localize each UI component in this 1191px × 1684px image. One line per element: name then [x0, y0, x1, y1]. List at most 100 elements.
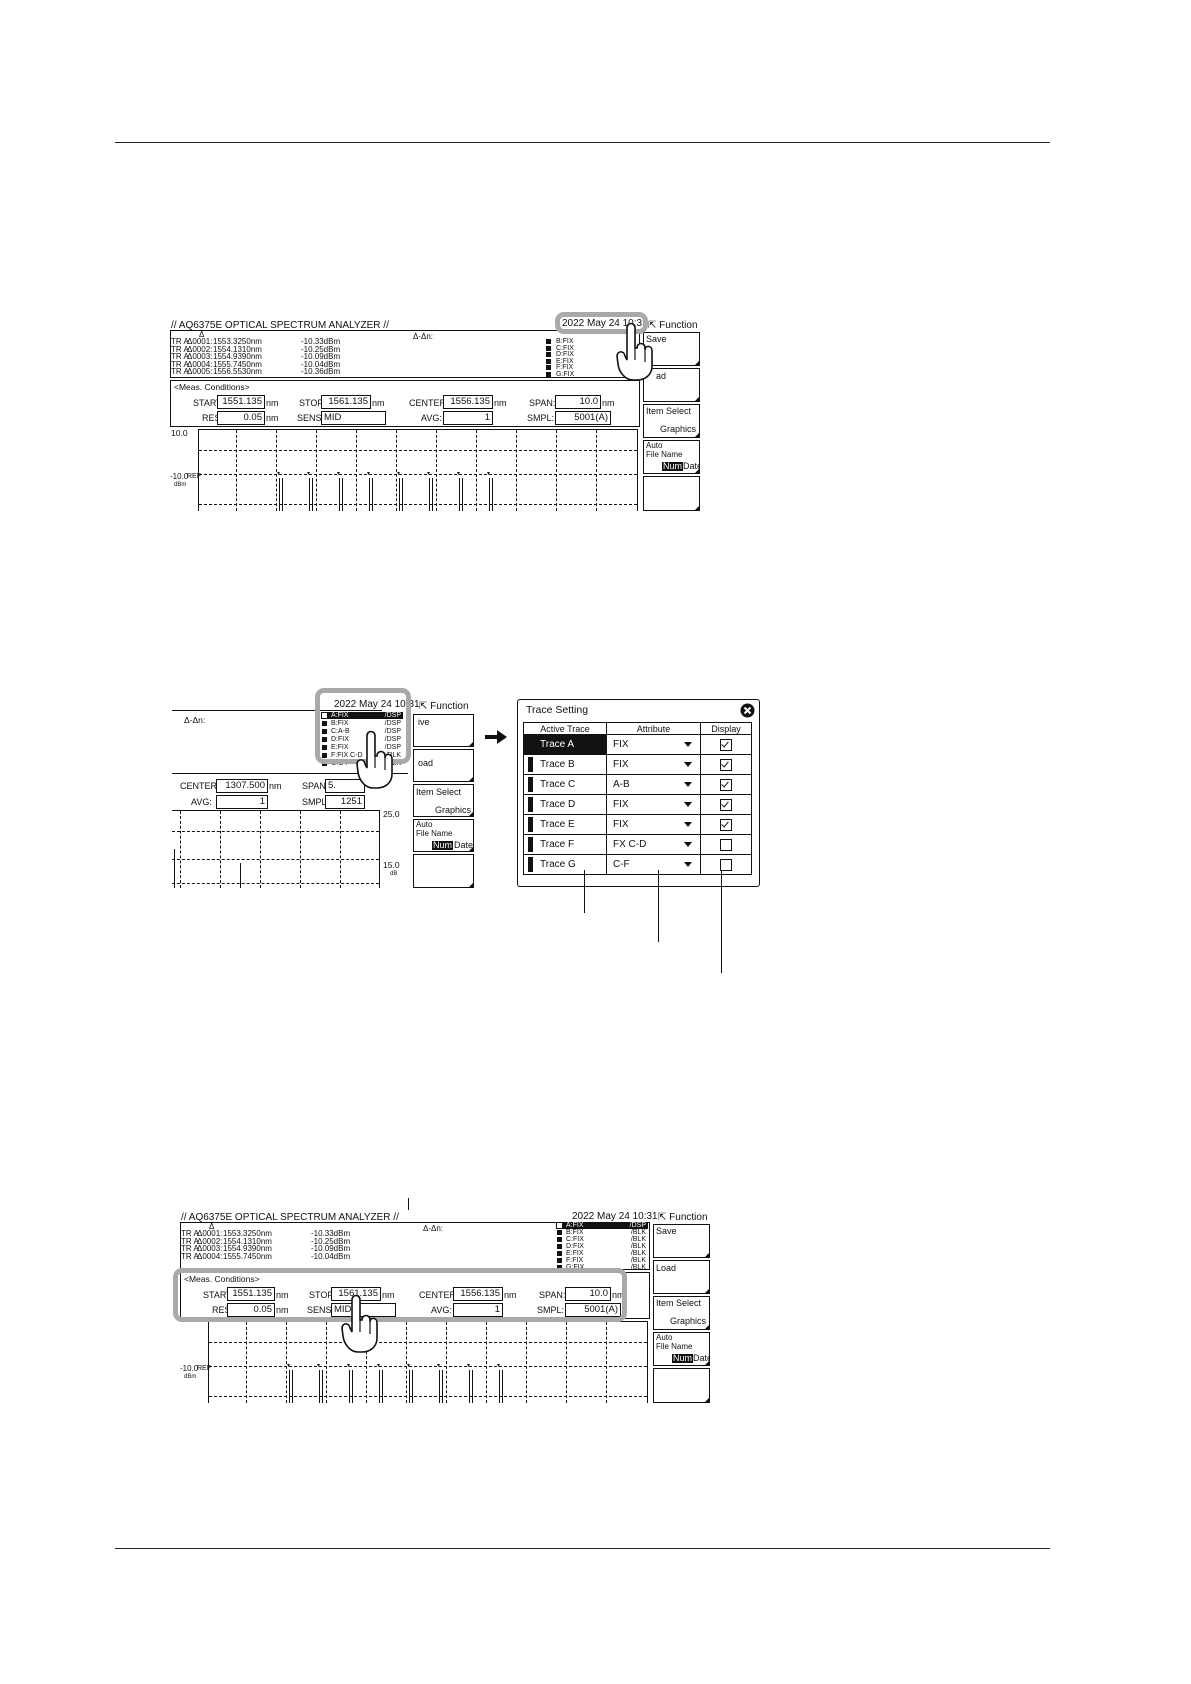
peak-marker: ▾ [277, 471, 281, 477]
trace-row[interactable]: Trace E FIX [523, 814, 752, 835]
trace-attribute: /DSP [629, 1222, 646, 1229]
trace-row[interactable]: Trace F FX C-D [523, 834, 752, 855]
trace-row[interactable]: Trace G C-F [523, 854, 752, 875]
attribute-dropdown[interactable]: A-B [606, 774, 701, 795]
display-checkbox[interactable] [720, 798, 732, 811]
blank-key[interactable] [413, 854, 474, 888]
center-field[interactable]: 1556.135 [443, 395, 493, 409]
trace-list-item[interactable]: D:FIX/BLK [556, 1243, 648, 1250]
trace-attribute: /BLK [630, 1257, 646, 1264]
attribute-dropdown[interactable]: FIX [606, 794, 701, 815]
active-trace-cell[interactable]: Trace E [523, 814, 607, 835]
display-checkbox[interactable] [720, 758, 732, 771]
attribute-dropdown[interactable]: FX C-D [606, 834, 701, 855]
marker-lvl: -10.04dBm [311, 1251, 351, 1261]
spectrum-peak [352, 1370, 353, 1403]
item-select-key[interactable]: Item Select Graphics [653, 1296, 710, 1330]
attribute-dropdown[interactable]: FIX [606, 754, 701, 775]
trace-list-item[interactable]: C:FIX/BLK [556, 1236, 648, 1243]
display-checkbox[interactable] [720, 778, 732, 791]
active-trace-cell[interactable]: Trace G [523, 854, 607, 875]
center-field[interactable]: 1307.500 [216, 779, 268, 793]
center-unit: nm [269, 781, 282, 791]
peak-marker: ▾ [497, 1363, 501, 1369]
auto-file-name-key[interactable]: Auto File Name Num Date [643, 440, 700, 474]
avg-field[interactable]: 1 [443, 411, 493, 425]
item-select-key[interactable]: Item Select Graphics [413, 784, 474, 817]
close-icon[interactable] [740, 703, 755, 718]
col-attribute: Attribute [606, 722, 701, 735]
active-trace-cell[interactable]: Trace A [523, 734, 607, 755]
auto-file-name-key[interactable]: Auto File Name Num Date [413, 819, 474, 852]
chevron-down-icon [684, 762, 692, 767]
marker-wl: 1555.7450nm [223, 1251, 272, 1261]
trace-list-item[interactable]: A:FIX/DSP [556, 1222, 648, 1229]
spectrum-peak [442, 1370, 443, 1403]
spectrum-peak [309, 478, 310, 511]
dialog-title: Trace Setting [526, 704, 589, 716]
auto-file-name-key[interactable]: Auto File Name Num Date [653, 1332, 710, 1366]
smpl-field[interactable]: 5001(A) [555, 411, 611, 425]
trace-name: Trace C [540, 779, 576, 790]
trace-row[interactable]: Trace D FIX [523, 794, 752, 815]
attribute-value: FIX [613, 819, 629, 830]
smpl-field[interactable]: 1251 [325, 795, 365, 809]
avg-field[interactable]: 1 [216, 795, 268, 809]
trace-color-swatch [546, 345, 551, 351]
trace-color-bar [528, 817, 533, 832]
trace-name: E:FIX [566, 1250, 584, 1257]
display-checkbox[interactable] [720, 858, 732, 871]
trace-list-item[interactable]: E:FIX/BLK [556, 1250, 648, 1257]
spectrum-peak [409, 1370, 410, 1403]
trace-name: Trace E [540, 819, 575, 830]
trace-attribute: /BLK [630, 1250, 646, 1257]
save-key[interactable]: Save [653, 1224, 710, 1258]
trace-color-bar [528, 777, 533, 792]
marker-id: Δ0004: [197, 1251, 223, 1261]
attribute-dropdown[interactable]: C-F [606, 854, 701, 875]
item-select-key[interactable]: Item Select Graphics [643, 404, 700, 438]
display-checkbox[interactable] [720, 838, 732, 851]
trace-color-bar [528, 837, 533, 852]
active-trace-cell[interactable]: Trace D [523, 794, 607, 815]
peak-marker: ▾ [437, 1363, 441, 1369]
spectrum-peak [312, 478, 313, 511]
display-checkbox[interactable] [720, 738, 732, 751]
active-trace-cell[interactable]: Trace F [523, 834, 607, 855]
active-trace-cell[interactable]: Trace C [523, 774, 607, 795]
load-key[interactable]: oad [413, 749, 474, 782]
trace-row[interactable]: Trace B FIX [523, 754, 752, 775]
spectrum-peak [289, 1370, 290, 1403]
trace-list-item[interactable]: B:FIX/BLK [556, 1229, 648, 1236]
active-trace-cell[interactable]: Trace B [523, 754, 607, 775]
trace-color-swatch [557, 1258, 562, 1263]
blank-key[interactable] [653, 1368, 710, 1403]
load-key[interactable]: Load [653, 1260, 710, 1294]
attribute-dropdown[interactable]: FIX [606, 814, 701, 835]
display-checkbox[interactable] [720, 818, 732, 831]
trace-color-swatch [546, 358, 551, 364]
chevron-down-icon [684, 862, 692, 867]
res-field[interactable]: 0.05 [217, 411, 265, 425]
peak-marker: ▾ [287, 1363, 291, 1369]
start-field[interactable]: 1551.135 [217, 395, 265, 409]
stop-field[interactable]: 1561.135 [321, 395, 371, 409]
marker-lvl: -10.36dBm [301, 367, 341, 376]
bottom-rule [115, 1548, 1050, 1549]
trace-table: Active Trace Attribute Display Trace A FI… [523, 722, 752, 875]
spectrum-peak [429, 478, 430, 511]
sens-field[interactable]: MID [321, 411, 386, 425]
spectrum-peak [462, 478, 463, 511]
trace-name: Trace B [540, 759, 575, 770]
callout-line-attribute [658, 870, 659, 942]
sens-label: SENS: [297, 413, 325, 423]
blank-key[interactable] [643, 476, 700, 511]
span-field[interactable]: 10.0 [555, 395, 601, 409]
trace-list-item[interactable]: F:FIX/BLK [556, 1257, 648, 1264]
trace-row[interactable]: Trace A FIX [523, 734, 752, 755]
trace-name: G:FIX [556, 370, 575, 378]
trace-row[interactable]: Trace C A-B [523, 774, 752, 795]
save-key[interactable]: ive [413, 714, 474, 747]
attribute-dropdown[interactable]: FIX [606, 734, 701, 755]
y-ref-label: -10.0 [180, 1364, 199, 1373]
